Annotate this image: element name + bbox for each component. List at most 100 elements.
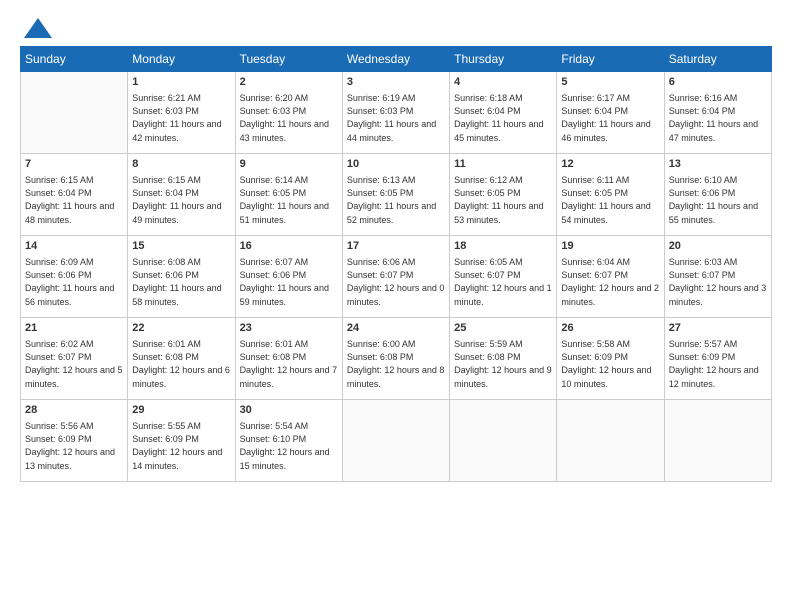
day-number: 22 (132, 321, 230, 336)
day-number: 20 (669, 239, 767, 254)
cell-info: Sunrise: 6:09 AMSunset: 6:06 PMDaylight:… (25, 256, 123, 308)
day-number: 30 (240, 403, 338, 418)
calendar-cell: 28 Sunrise: 5:56 AMSunset: 6:09 PMDayligh… (21, 400, 128, 482)
day-number: 8 (132, 157, 230, 172)
calendar-cell (557, 400, 664, 482)
cell-info: Sunrise: 6:07 AMSunset: 6:06 PMDaylight:… (240, 256, 338, 308)
calendar-cell: 4 Sunrise: 6:18 AMSunset: 6:04 PMDaylight… (450, 72, 557, 154)
day-number: 12 (561, 157, 659, 172)
day-number: 29 (132, 403, 230, 418)
cell-info: Sunrise: 6:03 AMSunset: 6:07 PMDaylight:… (669, 256, 767, 308)
logo (20, 18, 52, 38)
day-number: 4 (454, 75, 552, 90)
cell-info: Sunrise: 6:12 AMSunset: 6:05 PMDaylight:… (454, 174, 552, 226)
calendar-header-wednesday: Wednesday (342, 47, 449, 72)
cell-info: Sunrise: 5:58 AMSunset: 6:09 PMDaylight:… (561, 338, 659, 390)
calendar-cell: 14 Sunrise: 6:09 AMSunset: 6:06 PMDayligh… (21, 236, 128, 318)
calendar-cell: 24Sunrise: 6:00 AMSunset: 6:08 PMDayligh… (342, 318, 449, 400)
calendar-cell: 11 Sunrise: 6:12 AMSunset: 6:05 PMDayligh… (450, 154, 557, 236)
cell-info: Sunrise: 5:54 AMSunset: 6:10 PMDaylight:… (240, 420, 338, 472)
day-number: 13 (669, 157, 767, 172)
day-number: 26 (561, 321, 659, 336)
cell-info: Sunrise: 6:15 AMSunset: 6:04 PMDaylight:… (25, 174, 123, 226)
cell-info: Sunrise: 6:16 AMSunset: 6:04 PMDaylight:… (669, 92, 767, 144)
cell-info: Sunrise: 6:05 AMSunset: 6:07 PMDaylight:… (454, 256, 552, 308)
calendar-cell: 27 Sunrise: 5:57 AMSunset: 6:09 PMDayligh… (664, 318, 771, 400)
cell-info: Sunrise: 6:20 AMSunset: 6:03 PMDaylight:… (240, 92, 338, 144)
page: SundayMondayTuesdayWednesdayThursdayFrid… (0, 0, 792, 612)
calendar-cell: 23 Sunrise: 6:01 AMSunset: 6:08 PMDayligh… (235, 318, 342, 400)
cell-info: Sunrise: 5:57 AMSunset: 6:09 PMDaylight:… (669, 338, 767, 390)
day-number: 2 (240, 75, 338, 90)
cell-info: Sunrise: 5:55 AMSunset: 6:09 PMDaylight:… (132, 420, 230, 472)
cell-info: Sunrise: 5:59 AMSunset: 6:08 PMDaylight:… (454, 338, 552, 390)
calendar-cell: 3Sunrise: 6:19 AMSunset: 6:03 PMDaylight… (342, 72, 449, 154)
calendar-header-row: SundayMondayTuesdayWednesdayThursdayFrid… (21, 47, 772, 72)
day-number: 6 (669, 75, 767, 90)
calendar-cell (450, 400, 557, 482)
day-number: 27 (669, 321, 767, 336)
calendar-cell: 30 Sunrise: 5:54 AMSunset: 6:10 PMDayligh… (235, 400, 342, 482)
day-number: 28 (25, 403, 123, 418)
calendar-cell: 12Sunrise: 6:11 AMSunset: 6:05 PMDayligh… (557, 154, 664, 236)
cell-info: Sunrise: 6:18 AMSunset: 6:04 PMDaylight:… (454, 92, 552, 144)
cell-info: Sunrise: 6:21 AMSunset: 6:03 PMDaylight:… (132, 92, 230, 144)
day-number: 24 (347, 321, 445, 336)
day-number: 1 (132, 75, 230, 90)
day-number: 5 (561, 75, 659, 90)
calendar-cell: 25 Sunrise: 5:59 AMSunset: 6:08 PMDayligh… (450, 318, 557, 400)
calendar-cell: 7Sunrise: 6:15 AMSunset: 6:04 PMDaylight… (21, 154, 128, 236)
cell-info: Sunrise: 6:08 AMSunset: 6:06 PMDaylight:… (132, 256, 230, 308)
day-number: 15 (132, 239, 230, 254)
calendar-week-2: 14 Sunrise: 6:09 AMSunset: 6:06 PMDayligh… (21, 236, 772, 318)
calendar-week-0: 1 Sunrise: 6:21 AMSunset: 6:03 PMDaylight… (21, 72, 772, 154)
day-number: 9 (240, 157, 338, 172)
calendar-cell: 10Sunrise: 6:13 AMSunset: 6:05 PMDayligh… (342, 154, 449, 236)
day-number: 23 (240, 321, 338, 336)
calendar-header-thursday: Thursday (450, 47, 557, 72)
cell-info: Sunrise: 6:19 AMSunset: 6:03 PMDaylight:… (347, 92, 445, 144)
header (20, 18, 772, 38)
logo-icon (24, 18, 52, 38)
calendar-cell: 16 Sunrise: 6:07 AMSunset: 6:06 PMDayligh… (235, 236, 342, 318)
calendar-cell: 19Sunrise: 6:04 AMSunset: 6:07 PMDayligh… (557, 236, 664, 318)
cell-info: Sunrise: 6:06 AMSunset: 6:07 PMDaylight:… (347, 256, 445, 308)
calendar-header-sunday: Sunday (21, 47, 128, 72)
calendar-week-4: 28 Sunrise: 5:56 AMSunset: 6:09 PMDayligh… (21, 400, 772, 482)
day-number: 11 (454, 157, 552, 172)
calendar-cell: 18 Sunrise: 6:05 AMSunset: 6:07 PMDayligh… (450, 236, 557, 318)
calendar-cell: 1 Sunrise: 6:21 AMSunset: 6:03 PMDaylight… (128, 72, 235, 154)
calendar-cell: 22 Sunrise: 6:01 AMSunset: 6:08 PMDayligh… (128, 318, 235, 400)
cell-info: Sunrise: 6:02 AMSunset: 6:07 PMDaylight:… (25, 338, 123, 390)
day-number: 10 (347, 157, 445, 172)
day-number: 21 (25, 321, 123, 336)
calendar-cell (21, 72, 128, 154)
day-number: 25 (454, 321, 552, 336)
day-number: 18 (454, 239, 552, 254)
calendar: SundayMondayTuesdayWednesdayThursdayFrid… (20, 46, 772, 482)
calendar-header-friday: Friday (557, 47, 664, 72)
calendar-cell: 6 Sunrise: 6:16 AMSunset: 6:04 PMDaylight… (664, 72, 771, 154)
calendar-week-1: 7Sunrise: 6:15 AMSunset: 6:04 PMDaylight… (21, 154, 772, 236)
calendar-cell: 9Sunrise: 6:14 AMSunset: 6:05 PMDaylight… (235, 154, 342, 236)
calendar-cell: 26 Sunrise: 5:58 AMSunset: 6:09 PMDayligh… (557, 318, 664, 400)
calendar-week-3: 21 Sunrise: 6:02 AMSunset: 6:07 PMDayligh… (21, 318, 772, 400)
calendar-cell: 15 Sunrise: 6:08 AMSunset: 6:06 PMDayligh… (128, 236, 235, 318)
calendar-header-monday: Monday (128, 47, 235, 72)
calendar-cell: 2 Sunrise: 6:20 AMSunset: 6:03 PMDaylight… (235, 72, 342, 154)
calendar-cell: 20 Sunrise: 6:03 AMSunset: 6:07 PMDayligh… (664, 236, 771, 318)
calendar-cell: 8Sunrise: 6:15 AMSunset: 6:04 PMDaylight… (128, 154, 235, 236)
calendar-cell (664, 400, 771, 482)
cell-info: Sunrise: 6:01 AMSunset: 6:08 PMDaylight:… (240, 338, 338, 390)
day-number: 17 (347, 239, 445, 254)
calendar-cell: 17 Sunrise: 6:06 AMSunset: 6:07 PMDayligh… (342, 236, 449, 318)
cell-info: Sunrise: 5:56 AMSunset: 6:09 PMDaylight:… (25, 420, 123, 472)
calendar-header-saturday: Saturday (664, 47, 771, 72)
day-number: 16 (240, 239, 338, 254)
day-number: 14 (25, 239, 123, 254)
calendar-cell (342, 400, 449, 482)
calendar-cell: 5 Sunrise: 6:17 AMSunset: 6:04 PMDaylight… (557, 72, 664, 154)
calendar-cell: 21 Sunrise: 6:02 AMSunset: 6:07 PMDayligh… (21, 318, 128, 400)
cell-info: Sunrise: 6:17 AMSunset: 6:04 PMDaylight:… (561, 92, 659, 144)
cell-info: Sunrise: 6:01 AMSunset: 6:08 PMDaylight:… (132, 338, 230, 390)
